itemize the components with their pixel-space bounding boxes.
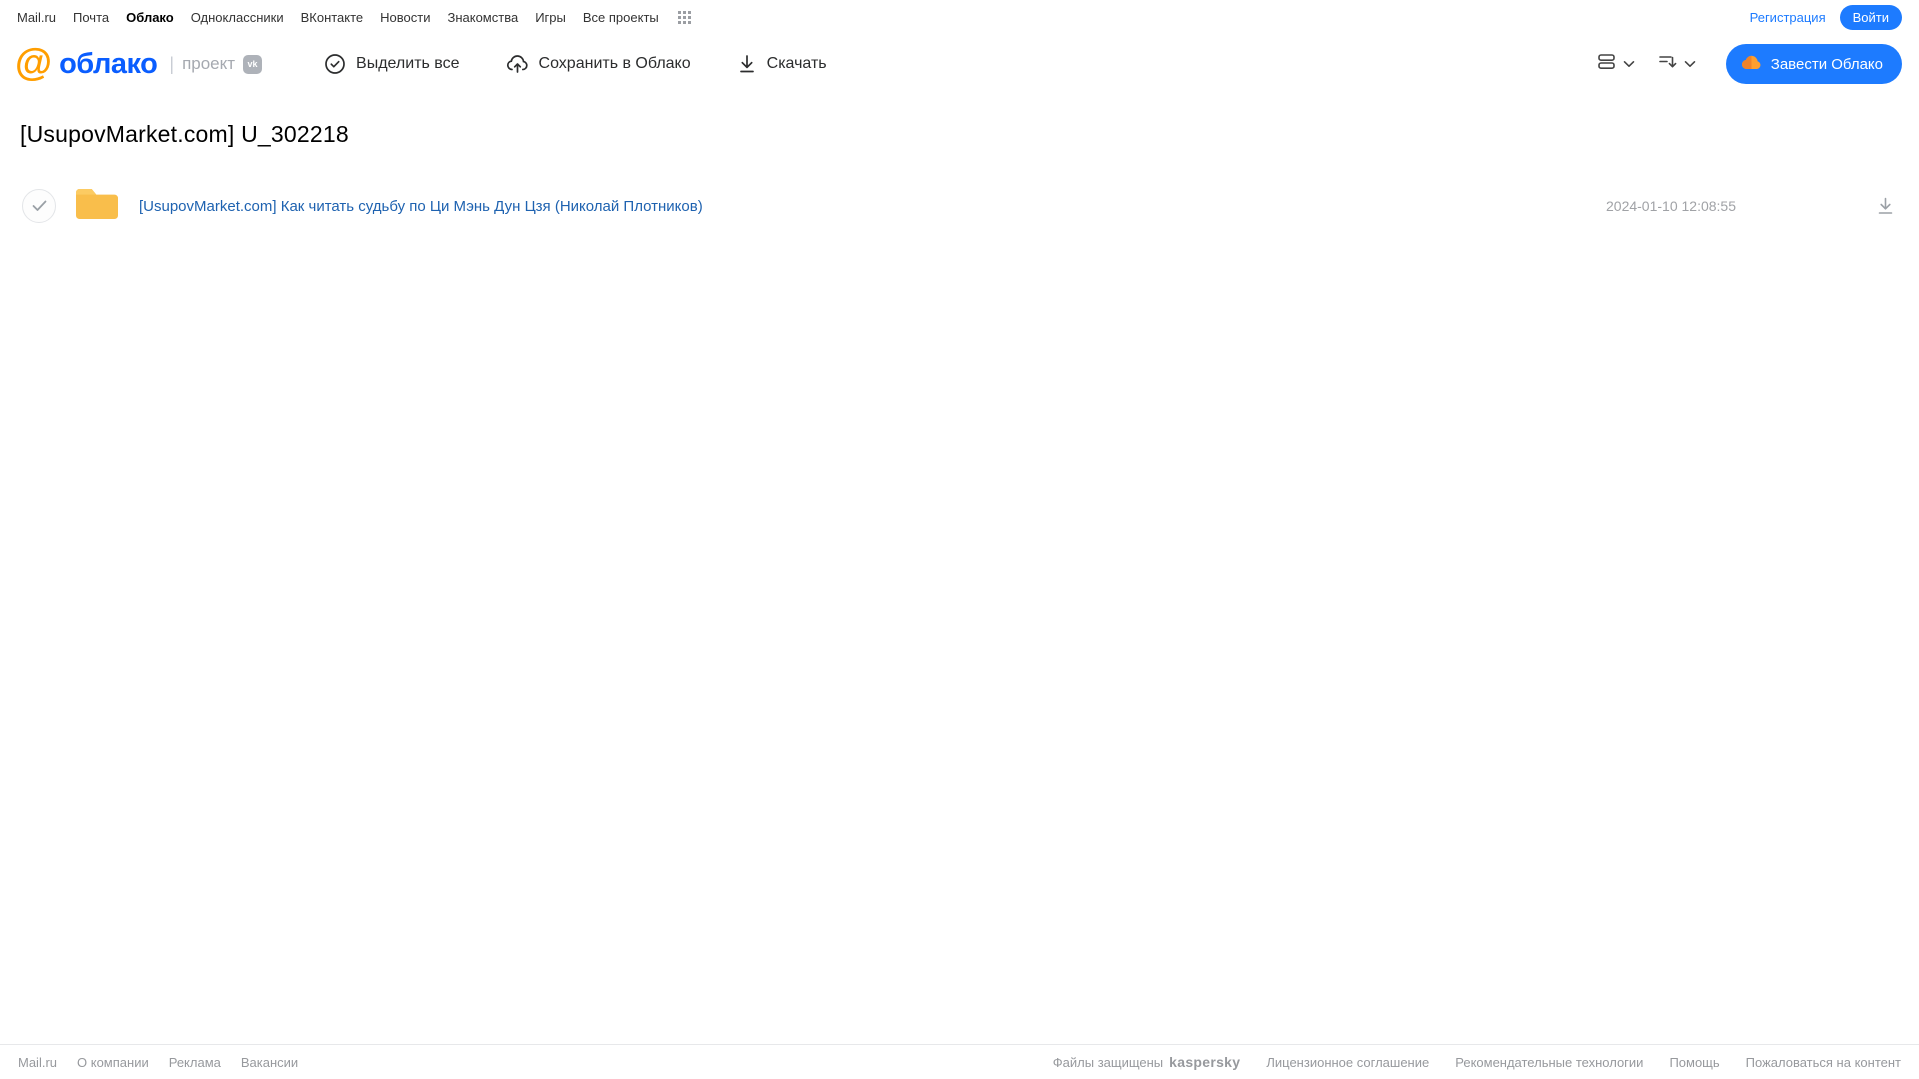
file-name-link[interactable]: [UsupovMarket.com] Как читать судьбу по … <box>139 198 703 215</box>
view-mode-dropdown[interactable] <box>1596 51 1635 77</box>
protected-label: Файлы защищены <box>1052 1054 1164 1070</box>
portal-nav: Mail.ru Почта Облако Одноклассники ВКонт… <box>0 0 1919 34</box>
view-mode-icon <box>1596 51 1617 77</box>
page-title: [UsupovMarket.com] U_302218 <box>20 121 349 147</box>
main-content: [UsupovMarket.com] U_302218 [UsupovMarke… <box>0 121 1919 234</box>
kaspersky-protection: Файлы защищены kaspersky <box>1053 1054 1241 1070</box>
kaspersky-logo[interactable]: kaspersky <box>1169 1054 1240 1070</box>
file-list: [UsupovMarket.com] Как читать судьбу по … <box>0 178 1919 234</box>
row-checkbox[interactable] <box>22 189 56 223</box>
page-footer: Mail.ru О компании Реклама Вакансии Файл… <box>0 1044 1919 1079</box>
footer-link-help[interactable]: Помощь <box>1669 1055 1719 1070</box>
select-all-label: Выделить все <box>356 55 460 72</box>
create-cloud-label: Завести Облако <box>1770 55 1883 73</box>
folder-icon <box>74 185 120 228</box>
project-label: проект <box>182 54 236 73</box>
row-download-icon[interactable] <box>1876 196 1895 216</box>
download-label: Скачать <box>766 55 827 72</box>
cloud-logo[interactable]: @ облако <box>15 41 158 84</box>
project-vk-label: | проект vk <box>169 53 263 75</box>
nav-link-vkontakte[interactable]: ВКонтакте <box>301 10 364 25</box>
cloud-icon <box>1741 54 1762 74</box>
nav-link-pochta[interactable]: Почта <box>73 10 109 25</box>
footer-link-license[interactable]: Лицензионное соглашение <box>1266 1055 1429 1070</box>
registration-link[interactable]: Регистрация <box>1750 10 1826 25</box>
sort-icon <box>1657 51 1678 77</box>
portal-auth: Регистрация Войти <box>1750 4 1902 30</box>
footer-link-recommendation-tech[interactable]: Рекомендательные технологии <box>1455 1055 1643 1070</box>
save-to-cloud-button[interactable]: Сохранить в Облако <box>506 53 691 75</box>
check-circle-icon <box>324 53 346 75</box>
nav-link-znakomstva[interactable]: Знакомства <box>447 10 518 25</box>
footer-link-about[interactable]: О компании <box>77 1055 149 1070</box>
portal-links: Mail.ru Почта Облако Одноклассники ВКонт… <box>17 10 691 25</box>
footer-link-ads[interactable]: Реклама <box>169 1055 221 1070</box>
cloud-header: @ облако | проект vk Выделить все Сохран… <box>0 34 1919 94</box>
footer-link-jobs[interactable]: Вакансии <box>241 1055 298 1070</box>
login-button[interactable]: Войти <box>1839 4 1902 30</box>
nav-link-igry[interactable]: Игры <box>535 10 566 25</box>
chevron-down-icon <box>1684 55 1696 73</box>
header-right-controls: Завести Облако <box>1596 44 1902 84</box>
create-cloud-button[interactable]: Завести Облако <box>1725 44 1902 84</box>
nav-link-odnoklassniki[interactable]: Одноклассники <box>191 10 284 25</box>
cloud-logo-text: облако <box>59 47 158 80</box>
save-to-cloud-label: Сохранить в Облако <box>538 55 691 72</box>
logo-divider: | <box>169 53 175 74</box>
nav-link-all-projects[interactable]: Все проекты <box>583 10 659 25</box>
footer-link-report-content[interactable]: Пожаловаться на контент <box>1746 1055 1901 1070</box>
footer-left-links: Mail.ru О компании Реклама Вакансии <box>18 1055 298 1070</box>
nav-link-novosti[interactable]: Новости <box>380 10 430 25</box>
all-projects-grid-icon[interactable] <box>677 10 691 24</box>
download-button[interactable]: Скачать <box>737 53 827 75</box>
download-icon <box>737 53 757 75</box>
cloud-upload-icon <box>506 53 529 75</box>
footer-right-links: Файлы защищены kaspersky Лицензионное со… <box>1053 1054 1901 1070</box>
sort-dropdown[interactable] <box>1657 51 1696 77</box>
vk-badge-icon: vk <box>243 54 263 74</box>
file-row[interactable]: [UsupovMarket.com] Как читать судьбу по … <box>0 178 1919 234</box>
select-all-button[interactable]: Выделить все <box>324 53 460 75</box>
check-icon <box>32 200 46 211</box>
footer-link-mailru[interactable]: Mail.ru <box>18 1055 57 1070</box>
mailru-at-icon: @ <box>15 41 53 84</box>
nav-link-mailru[interactable]: Mail.ru <box>17 10 56 25</box>
file-toolbar: Выделить все Сохранить в Облако Скачать <box>324 53 827 75</box>
file-modified-date: 2024-01-10 12:08:55 <box>1606 198 1736 214</box>
chevron-down-icon <box>1623 55 1635 73</box>
nav-link-oblako[interactable]: Облако <box>126 10 174 25</box>
